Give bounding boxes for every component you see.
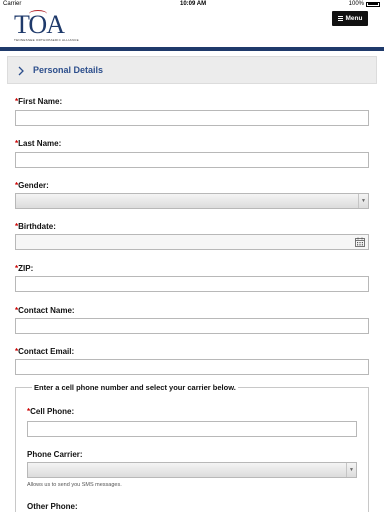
zip-label: *ZIP: bbox=[15, 264, 33, 273]
other-phone-label: Other Phone: bbox=[27, 502, 78, 511]
battery-percent: 100% bbox=[348, 1, 364, 7]
logo-arc-icon bbox=[29, 10, 47, 18]
chevron-right-icon bbox=[18, 66, 24, 76]
menu-label: Menu bbox=[345, 15, 363, 22]
gender-select[interactable]: ▼ bbox=[15, 193, 369, 209]
contact-name-label-text: Contact Name: bbox=[18, 306, 75, 315]
first-name-label-text: First Name: bbox=[18, 97, 63, 106]
contact-email-input[interactable] bbox=[15, 359, 369, 375]
last-name-input[interactable] bbox=[15, 152, 369, 168]
section-header-personal-details[interactable]: Personal Details bbox=[7, 56, 377, 84]
menu-button[interactable]: Menu bbox=[332, 11, 368, 26]
contact-name-label: *Contact Name: bbox=[15, 306, 75, 315]
last-name-label-text: Last Name: bbox=[18, 139, 62, 148]
cell-phone-input[interactable] bbox=[27, 421, 357, 437]
status-bar: Carrier 10:09 AM 100% bbox=[0, 0, 384, 9]
phone-fieldset-legend: Enter a cell phone number and select you… bbox=[32, 383, 238, 392]
contact-email-label: *Contact Email: bbox=[15, 347, 74, 356]
contact-email-label-text: Contact Email: bbox=[18, 347, 75, 356]
zip-label-text: ZIP: bbox=[18, 264, 34, 273]
carrier-label: Carrier bbox=[3, 1, 22, 7]
phone-carrier-label: Phone Carrier: bbox=[27, 450, 83, 459]
app-header: TOA TENNESSEE ORTHOPAEDIC ALLIANCE Menu bbox=[0, 9, 384, 47]
gender-label: *Gender: bbox=[15, 181, 49, 190]
contact-name-input[interactable] bbox=[15, 318, 369, 334]
section-title: Personal Details bbox=[33, 65, 104, 75]
first-name-label: *First Name: bbox=[15, 97, 62, 106]
chevron-down-icon: ▼ bbox=[346, 463, 356, 477]
first-name-input[interactable] bbox=[15, 110, 369, 126]
toa-logo[interactable]: TOA TENNESSEE ORTHOPAEDIC ALLIANCE bbox=[14, 10, 79, 42]
other-phone-label-text: Other Phone: bbox=[27, 502, 78, 511]
cell-phone-label-text: Cell Phone: bbox=[30, 407, 75, 416]
battery-icon bbox=[366, 1, 380, 7]
zip-input[interactable] bbox=[15, 276, 369, 292]
phone-carrier-help: Allows us to send you SMS messages. bbox=[27, 482, 122, 488]
phone-carrier-label-text: Phone Carrier: bbox=[27, 450, 83, 459]
clock: 10:09 AM bbox=[180, 1, 207, 7]
hamburger-icon bbox=[337, 16, 343, 21]
birthdate-label-text: Birthdate: bbox=[18, 222, 56, 231]
battery-indicator: 100% bbox=[349, 1, 380, 7]
calendar-icon[interactable] bbox=[355, 237, 365, 247]
last-name-label: *Last Name: bbox=[15, 139, 61, 148]
birthdate-input[interactable] bbox=[15, 234, 369, 250]
gender-label-text: Gender: bbox=[18, 181, 49, 190]
chevron-down-icon: ▼ bbox=[358, 194, 368, 208]
birthdate-label: *Birthdate: bbox=[15, 222, 56, 231]
phone-carrier-select[interactable]: ▼ bbox=[27, 462, 357, 478]
cell-phone-label: *Cell Phone: bbox=[27, 407, 74, 416]
logo-mark: TOA bbox=[14, 10, 79, 38]
